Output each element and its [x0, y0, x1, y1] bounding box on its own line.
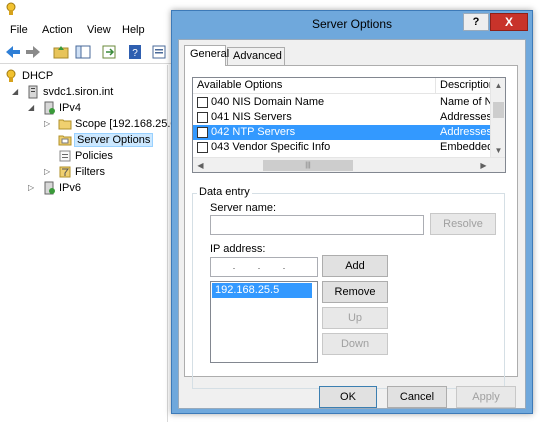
ipv6-icon: [44, 181, 55, 195]
toolbar: ?: [0, 40, 175, 64]
option-name: 040 NIS Domain Name: [211, 96, 325, 108]
up-folder-icon[interactable]: [52, 43, 70, 61]
tree-label-ipv4: IPv4: [59, 102, 82, 114]
ip-address-label: IP address:: [210, 243, 266, 255]
properties-icon[interactable]: [150, 43, 168, 61]
add-button[interactable]: Add: [322, 255, 388, 277]
tree-label-filters: Filters: [75, 166, 105, 178]
vertical-scroll-thumb[interactable]: [493, 102, 504, 118]
server-name-input[interactable]: [210, 215, 424, 235]
menu-bar: File Action View Help: [0, 22, 175, 40]
console-tree: DHCP ◢ svdc1.siron.int ◢ IPv4 ▷ Scope [1…: [0, 65, 180, 422]
dhcp-icon: [6, 69, 16, 82]
option-checkbox-checked[interactable]: ✓: [197, 127, 208, 138]
ipv4-icon: [44, 101, 55, 115]
close-button[interactable]: X: [490, 13, 528, 31]
option-name: 041 NIS Servers: [211, 111, 292, 123]
option-checkbox[interactable]: [197, 112, 208, 123]
vertical-scrollbar[interactable]: ▲ ▼: [490, 78, 505, 158]
remove-button[interactable]: Remove: [322, 281, 388, 303]
option-checkbox[interactable]: [197, 142, 208, 153]
data-entry-legend: Data entry: [197, 186, 252, 198]
server-name-label: Server name:: [210, 202, 277, 214]
list-item[interactable]: 041 NIS Servers Addresses o: [193, 110, 491, 125]
ip-address-separators: . . .: [232, 261, 296, 271]
column-available-options[interactable]: Available Options: [193, 78, 436, 94]
ip-address-list[interactable]: 192.168.25.5: [210, 281, 318, 363]
tree-label-dhcp: DHCP: [22, 70, 54, 82]
dhcp-app-icon: [6, 2, 16, 15]
mmc-window: File Action View Help ? DHCP ◢ svdc1.sir…: [0, 0, 540, 422]
expand-icon[interactable]: ▷: [44, 120, 52, 128]
horizontal-scroll-thumb[interactable]: |||: [263, 160, 353, 171]
help-button[interactable]: ?: [463, 13, 489, 31]
list-item[interactable]: 043 Vendor Specific Info Embedded: [193, 140, 491, 155]
tree-label-scope: Scope [192.168.25.0]: [75, 118, 180, 130]
scroll-up-icon[interactable]: ▲: [491, 78, 505, 93]
apply-button[interactable]: Apply: [456, 386, 516, 408]
menu-action[interactable]: Action: [42, 24, 73, 36]
tree-label-server-options: Server Options: [73, 133, 154, 147]
expand-icon[interactable]: ▷: [28, 184, 36, 192]
option-description: Addresses o: [440, 111, 490, 123]
tree-label-policies: Policies: [75, 150, 113, 162]
column-description[interactable]: Description: [436, 78, 495, 94]
option-checkbox[interactable]: [197, 97, 208, 108]
list-item-selected[interactable]: ✓ 042 NTP Servers Addresses o: [193, 125, 491, 140]
collapse-icon[interactable]: ◢: [12, 88, 20, 96]
expand-icon[interactable]: ▷: [44, 168, 52, 176]
back-arrow-icon[interactable]: [4, 43, 22, 61]
available-options-list[interactable]: Available Options Description 040 NIS Do…: [192, 77, 506, 173]
menu-help[interactable]: Help: [122, 24, 145, 36]
menu-file[interactable]: File: [10, 24, 28, 36]
option-name: 042 NTP Servers: [211, 126, 296, 138]
menu-view[interactable]: View: [87, 24, 111, 36]
ok-button[interactable]: OK: [319, 386, 377, 408]
tab-advanced[interactable]: Advanced: [227, 47, 285, 65]
tree-label-server: svdc1.siron.int: [43, 86, 114, 98]
collapse-icon[interactable]: ◢: [28, 104, 36, 112]
tree-label-ipv6: IPv6: [59, 182, 82, 194]
export-list-icon[interactable]: [100, 43, 118, 61]
resolve-button[interactable]: Resolve: [430, 213, 496, 235]
options-folder-icon: [58, 135, 72, 146]
scroll-left-icon[interactable]: ◀: [193, 158, 208, 172]
tab-general[interactable]: General: [184, 45, 229, 66]
show-hide-tree-icon[interactable]: [74, 43, 92, 61]
down-button[interactable]: Down: [322, 333, 388, 355]
scroll-down-icon[interactable]: ▼: [491, 143, 505, 158]
list-item[interactable]: 040 NIS Domain Name Name of Ne: [193, 95, 491, 110]
option-description: Name of Ne: [440, 96, 490, 108]
help-book-icon[interactable]: ?: [126, 43, 144, 61]
filter-icon: [59, 166, 71, 178]
ip-list-item-selected[interactable]: 192.168.25.5: [212, 283, 312, 298]
server-options-dialog: Server Options ? X General Advanced Avai…: [171, 10, 533, 414]
svg-text:?: ?: [132, 48, 138, 59]
up-button[interactable]: Up: [322, 307, 388, 329]
options-list-header: Available Options Description: [193, 78, 495, 94]
cancel-button[interactable]: Cancel: [387, 386, 447, 408]
server-icon: [28, 85, 38, 99]
forward-arrow-icon[interactable]: [24, 43, 42, 61]
ip-address-input[interactable]: . . .: [210, 257, 318, 277]
option-name: 043 Vendor Specific Info: [211, 141, 331, 153]
policies-icon: [59, 150, 71, 162]
option-description: Embedded: [440, 141, 490, 153]
dialog-client-area: General Advanced Available Options Descr…: [178, 39, 526, 409]
horizontal-scrollbar[interactable]: ◀ ||| ▶: [193, 157, 505, 172]
folder-icon: [58, 119, 72, 130]
scroll-right-icon[interactable]: ▶: [476, 158, 491, 172]
option-description: Addresses o: [440, 126, 490, 138]
